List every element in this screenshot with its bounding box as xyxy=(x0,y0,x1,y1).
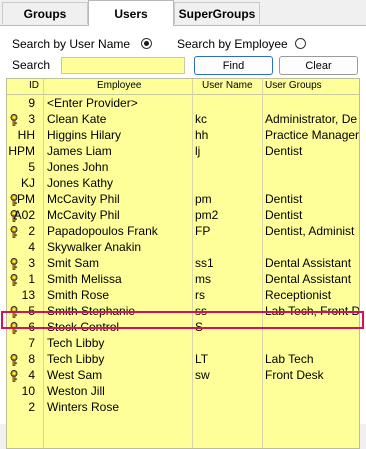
row-id: HPM xyxy=(8,144,35,158)
table-row[interactable]: 1 Smith Melissa ms Dental Assistant xyxy=(7,271,359,287)
row-user-name: sw xyxy=(195,368,210,382)
row-employee: Smit Sam xyxy=(47,256,100,270)
row-employee: Papadopoulos Frank xyxy=(47,224,158,238)
grid-header: ID Employee User Name User Groups xyxy=(7,79,359,95)
row-id: 9 xyxy=(28,96,35,110)
column-header-user-name[interactable]: User Name xyxy=(202,80,253,91)
users-grid: ID Employee User Name User Groups 9 <Ente… xyxy=(6,78,360,449)
row-user-groups: Dentist xyxy=(265,144,303,158)
row-user-name: kc xyxy=(195,112,207,126)
row-employee: Smith Rose xyxy=(47,288,110,302)
row-employee: James Liam xyxy=(47,144,112,158)
table-row[interactable]: 9 <Enter Provider> xyxy=(7,95,359,111)
table-row[interactable]: HH Higgins Hilary hh Practice Manager xyxy=(7,127,359,143)
row-id: 2 xyxy=(28,400,35,414)
find-button[interactable]: Find xyxy=(194,56,273,75)
tab-users[interactable]: Users xyxy=(88,0,174,26)
row-id: KJ xyxy=(20,176,35,190)
row-employee: McCavity Phil xyxy=(47,192,120,206)
search-input[interactable] xyxy=(61,57,185,74)
table-row[interactable]: 3 Smit Sam ss1 Dental Assistant xyxy=(7,255,359,271)
row-user-groups: Lab Tech xyxy=(265,352,314,366)
search-by-employee-label: Search by Employee xyxy=(177,37,288,51)
row-employee: McCavity Phil xyxy=(47,208,120,222)
table-row[interactable]: A02 McCavity Phil pm2 Dentist xyxy=(7,207,359,223)
row-user-groups: Dentist xyxy=(265,192,303,206)
table-row[interactable]: 2 Winters Rose xyxy=(7,399,359,415)
tab-groups[interactable]: Groups xyxy=(2,2,88,24)
row-id: 3 xyxy=(28,256,35,270)
row-user-groups: Dental Assistant xyxy=(265,272,352,286)
selected-row-highlight xyxy=(1,311,364,329)
search-label: Search xyxy=(12,58,51,72)
row-employee: Skywalker Anakin xyxy=(47,240,142,254)
row-id: HH xyxy=(17,128,35,142)
row-user-name: pm xyxy=(195,192,212,206)
row-user-groups: Practice Manager xyxy=(265,128,360,142)
row-id: 2 xyxy=(28,224,35,238)
row-id: 7 xyxy=(28,336,35,350)
table-row[interactable]: 5 Jones John xyxy=(7,159,359,175)
row-employee: <Enter Provider> xyxy=(47,96,138,110)
users-panel: Search by User Name Search by Employee S… xyxy=(0,25,366,449)
row-employee: Clean Kate xyxy=(47,112,107,126)
table-row[interactable]: HPM James Liam lj Dentist xyxy=(7,143,359,159)
row-user-name: ss1 xyxy=(195,256,214,270)
search-by-user-name-label: Search by User Name xyxy=(12,37,131,51)
row-user-name: FP xyxy=(195,224,211,238)
table-row[interactable]: KJ Jones Kathy xyxy=(7,175,359,191)
row-user-name: rs xyxy=(195,288,205,302)
row-user-name: lj xyxy=(195,144,201,158)
row-user-name: ms xyxy=(195,272,211,286)
table-row[interactable]: 10 Weston Jill xyxy=(7,383,359,399)
column-header-user-groups[interactable]: User Groups xyxy=(265,80,322,91)
search-by-user-name-radio[interactable] xyxy=(141,38,152,49)
row-employee: Tech Libby xyxy=(47,336,105,350)
row-id: 10 xyxy=(21,384,35,398)
table-row[interactable]: 3 Clean Kate kc Administrator, De xyxy=(7,111,359,127)
row-employee: Higgins Hilary xyxy=(47,128,122,142)
row-id: PM xyxy=(17,192,35,206)
row-employee: Smith Melissa xyxy=(47,272,122,286)
table-row[interactable]: 8 Tech Libby LT Lab Tech xyxy=(7,351,359,367)
row-id: 4 xyxy=(28,368,35,382)
row-employee: Weston Jill xyxy=(47,384,105,398)
column-header-employee[interactable]: Employee xyxy=(97,80,141,91)
row-employee: Jones Kathy xyxy=(47,176,114,190)
row-id: 3 xyxy=(28,112,35,126)
table-row[interactable]: 7 Tech Libby xyxy=(7,335,359,351)
table-row[interactable]: PM McCavity Phil pm Dentist xyxy=(7,191,359,207)
row-user-name: pm2 xyxy=(195,208,219,222)
row-user-groups: Dentist xyxy=(265,208,303,222)
row-id: 5 xyxy=(28,160,35,174)
row-id: A02 xyxy=(13,208,35,222)
row-employee: Tech Libby xyxy=(47,352,105,366)
table-row[interactable]: 13 Smith Rose rs Receptionist xyxy=(7,287,359,303)
search-by-employee-radio[interactable] xyxy=(295,38,306,49)
row-user-groups: Receptionist xyxy=(265,288,332,302)
table-row[interactable]: 4 West Sam sw Front Desk xyxy=(7,367,359,383)
row-id: 8 xyxy=(28,352,35,366)
row-user-groups: Administrator, De xyxy=(265,112,358,126)
table-row[interactable]: 4 Skywalker Anakin xyxy=(7,239,359,255)
row-user-groups: Dental Assistant xyxy=(265,256,352,270)
row-id: 4 xyxy=(28,240,35,254)
row-id: 13 xyxy=(21,288,35,302)
row-user-groups: Front Desk xyxy=(265,368,324,382)
row-user-name: hh xyxy=(195,128,209,142)
row-employee: Jones John xyxy=(47,160,109,174)
clear-button[interactable]: Clear xyxy=(279,56,358,75)
tab-strip: Groups Users SuperGroups xyxy=(0,0,366,26)
tab-supergroups[interactable]: SuperGroups xyxy=(174,2,260,24)
row-employee: West Sam xyxy=(47,368,103,382)
row-id: 1 xyxy=(28,272,35,286)
table-row[interactable]: 2 Papadopoulos Frank FP Dentist, Administ xyxy=(7,223,359,239)
column-header-id[interactable]: ID xyxy=(29,80,39,91)
row-user-groups: Dentist, Administ xyxy=(265,224,355,238)
row-employee: Winters Rose xyxy=(47,400,120,414)
row-user-name: LT xyxy=(195,352,209,366)
